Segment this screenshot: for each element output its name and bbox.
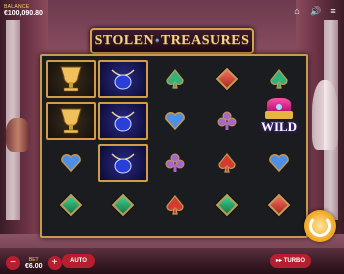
wild-label: WILD [260, 119, 298, 134]
symbol-blue-heart [46, 144, 96, 182]
reel-2 [98, 60, 148, 232]
spade-icon [166, 69, 184, 89]
symbol-blue-heart [150, 102, 200, 140]
symbol-gold-chalice [46, 102, 96, 140]
autoplay-button[interactable]: AUTO [62, 254, 95, 268]
menu-icon[interactable]: ≡ [328, 6, 338, 16]
sapphire-necklace-icon [111, 111, 135, 132]
reel-5: WILD [254, 60, 304, 232]
bet-decrease-button[interactable]: − [6, 256, 20, 270]
symbol-sapphire-necklace [98, 60, 148, 98]
spin-button[interactable] [304, 210, 336, 242]
vase-left [6, 118, 30, 152]
volume-icon[interactable]: 🔊 [310, 6, 321, 16]
spade-icon [270, 69, 288, 89]
balance-display: BALANCE €100,090.80 [4, 4, 43, 17]
symbol-red-diamond-suit [202, 60, 252, 98]
diamond-icon [111, 193, 135, 217]
symbol-red-diamond-suit [254, 186, 304, 224]
home-icon[interactable]: ⌂ [292, 6, 302, 16]
bet-display: BET €6.00 [25, 257, 43, 270]
game-logo: STOLEN•TREASURES [90, 28, 254, 54]
chalice-icon [60, 66, 82, 92]
symbol-blue-heart [254, 144, 304, 182]
diamond-icon [215, 193, 239, 217]
club-icon [165, 153, 185, 172]
spade-icon [166, 195, 184, 215]
spin-icon [309, 215, 331, 237]
turbo-button[interactable]: ▸▸ TURBO [270, 254, 312, 268]
symbol-red-spade [202, 144, 252, 182]
crown-icon [263, 97, 295, 119]
symbol-wild: WILD [254, 88, 304, 144]
bet-control: − BET €6.00 + [6, 256, 62, 270]
balance-value: €100,090.80 [4, 10, 43, 17]
symbol-purple-club [202, 102, 252, 140]
symbol-sapphire-necklace [98, 144, 148, 182]
symbol-gold-chalice [46, 60, 96, 98]
bet-increase-button[interactable]: + [47, 256, 62, 270]
diamond-icon [215, 67, 239, 91]
symbol-green-diamond [46, 186, 96, 224]
symbol-sapphire-necklace [98, 102, 148, 140]
spade-icon [218, 153, 236, 173]
top-icon-bar: ⌂ 🔊 ≡ [292, 6, 338, 16]
diamond-icon [59, 193, 83, 217]
club-icon [217, 111, 237, 130]
sapphire-necklace-icon [111, 153, 135, 174]
bet-value: €6.00 [25, 262, 43, 270]
diamond-icon [267, 193, 291, 217]
game-title: STOLEN•TREASURES [94, 33, 250, 48]
symbol-purple-club [150, 144, 200, 182]
sapphire-necklace-icon [111, 69, 135, 90]
reel-4 [202, 60, 252, 232]
symbol-green-diamond [202, 186, 252, 224]
statue-right [312, 80, 338, 150]
reel-1 [46, 60, 96, 232]
symbol-green-spade [150, 60, 200, 98]
heart-icon [269, 154, 289, 173]
heart-icon [165, 112, 185, 131]
heart-icon [61, 154, 81, 173]
reel-grid: WILD [40, 54, 308, 238]
turbo-label: TURBO [283, 258, 306, 264]
turbo-icon: ▸▸ [276, 258, 283, 264]
symbol-green-diamond [98, 186, 148, 224]
reel-3 [150, 60, 200, 232]
symbol-red-spade [150, 186, 200, 224]
chalice-icon [60, 108, 82, 134]
